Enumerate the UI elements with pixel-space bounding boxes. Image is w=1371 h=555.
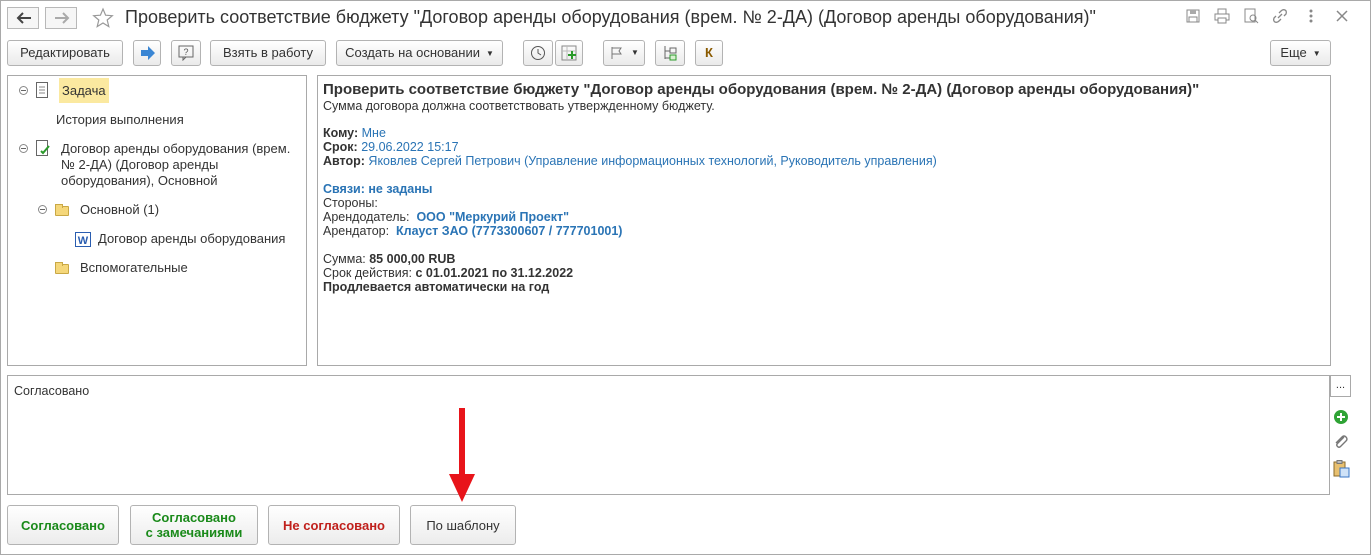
attach-icon[interactable] <box>1331 432 1351 452</box>
blue-arrow-right-icon <box>141 46 155 60</box>
link-icon[interactable] <box>1272 8 1288 24</box>
task-description: Сумма договора должна соответствовать ут… <box>323 99 715 113</box>
clock-icon <box>531 46 545 60</box>
preview-icon[interactable] <box>1243 8 1259 24</box>
tree-item-aux-folder[interactable]: Вспомогательные <box>80 260 188 275</box>
create-based-on-label: Создать на основании <box>345 45 480 60</box>
more-button[interactable]: Еще ▼ <box>1270 40 1331 66</box>
links-link[interactable]: Связи: не заданы <box>323 182 432 196</box>
grid-plus-icon <box>561 45 577 61</box>
approve-button[interactable]: Согласовано <box>7 505 119 545</box>
add-subtask-button[interactable] <box>555 40 583 66</box>
due-value-link[interactable]: 29.06.2022 15:17 <box>361 140 458 154</box>
sum-value: 85 000,00 RUB <box>369 252 456 266</box>
forward-task-button[interactable] <box>133 40 161 66</box>
collapse-icon[interactable] <box>19 86 28 95</box>
approve-remarks-line2: с замечаниями <box>145 525 243 540</box>
menu-icon[interactable] <box>1303 8 1319 24</box>
tree-item-contract-line2[interactable]: № 2-ДА) (Договор аренды <box>61 157 218 172</box>
period-label: Срок действия: <box>323 266 412 280</box>
author-value-link[interactable]: Яковлев Сергей Петрович (Управление инфо… <box>368 154 936 168</box>
reject-button[interactable]: Не согласовано <box>268 505 400 545</box>
chevron-down-icon: ▼ <box>485 48 494 58</box>
to-label: Кому: <box>323 126 359 140</box>
approve-remarks-line1: Согласовано <box>152 510 236 525</box>
star-icon[interactable] <box>92 7 114 29</box>
add-icon[interactable] <box>1331 407 1351 427</box>
approve-with-remarks-button[interactable]: Согласовано с замечаниями <box>130 505 258 545</box>
save-icon[interactable] <box>1185 8 1201 24</box>
reject-label: Не согласовано <box>283 517 385 533</box>
document-icon <box>36 82 48 98</box>
svg-text:?: ? <box>183 47 188 57</box>
lessee-label: Арендатор: <box>323 224 390 238</box>
back-button[interactable] <box>7 7 39 29</box>
task-details: Проверить соответствие бюджету "Договор … <box>317 75 1331 366</box>
red-arrow-annotation <box>449 408 475 502</box>
print-icon[interactable] <box>1214 8 1230 24</box>
arrow-right-icon <box>55 12 70 24</box>
window-title: Проверить соответствие бюджету "Договор … <box>125 7 1096 27</box>
hierarchy-icon <box>664 46 677 61</box>
task-title: Проверить соответствие бюджету "Договор … <box>323 81 1200 98</box>
parties-label: Стороны: <box>323 196 378 210</box>
template-button[interactable]: По шаблону <box>410 505 516 545</box>
more-label: Еще <box>1280 45 1307 60</box>
flag-icon <box>611 47 622 59</box>
word-file-icon: W <box>75 232 91 247</box>
period-value: с 01.01.2021 по 31.12.2022 <box>415 266 574 280</box>
collapse-icon[interactable] <box>19 144 28 153</box>
approve-label: Согласовано <box>21 517 105 533</box>
tree-item-history[interactable]: История выполнения <box>56 112 184 127</box>
help-icon: ? <box>178 45 194 61</box>
author-label: Автор: <box>323 154 365 168</box>
create-based-on-button[interactable]: Создать на основании ▼ <box>336 40 503 66</box>
lessor-label: Арендодатель: <box>323 210 410 224</box>
tree-item-file[interactable]: Договор аренды оборудования <box>98 231 285 246</box>
tree-item-contract-line1[interactable]: Договор аренды оборудования (врем. <box>61 141 290 156</box>
help-button[interactable]: ? <box>171 40 201 66</box>
due-label: Срок: <box>323 140 358 154</box>
comment-field[interactable]: Согласовано <box>7 375 1330 495</box>
tree-item-task[interactable]: Задача <box>59 78 109 103</box>
take-to-work-button[interactable]: Взять в работу <box>210 40 326 66</box>
edit-button[interactable]: Редактировать <box>7 40 123 66</box>
lessor-link[interactable]: ООО "Меркурий Проект" <box>416 210 569 224</box>
k-button[interactable]: К <box>695 40 723 66</box>
comment-more-button[interactable]: ... <box>1330 375 1351 397</box>
sum-label: Сумма: <box>323 252 366 266</box>
close-icon[interactable] <box>1334 8 1350 24</box>
chevron-down-icon: ▼ <box>631 48 639 57</box>
chevron-down-icon: ▼ <box>1312 48 1321 58</box>
svg-text:W: W <box>78 235 89 247</box>
lessee-link[interactable]: Клауст ЗАО (7773300607 / 777701001) <box>396 224 622 238</box>
template-label: По шаблону <box>426 517 500 533</box>
renewal-text: Продлевается автоматически на год <box>323 280 550 294</box>
folder-icon <box>55 262 69 274</box>
arrow-left-icon <box>16 12 31 24</box>
contract-document-icon <box>36 140 50 156</box>
tree-item-main-folder[interactable]: Основной (1) <box>80 202 159 217</box>
tree-item-contract-line3[interactable]: оборудования), Основной <box>61 173 218 188</box>
deadline-button[interactable] <box>523 40 553 66</box>
flag-button[interactable]: ▼ <box>603 40 645 66</box>
forward-button[interactable] <box>45 7 77 29</box>
collapse-icon[interactable] <box>38 205 47 214</box>
folder-icon <box>55 204 69 216</box>
paste-icon[interactable] <box>1331 459 1351 479</box>
structure-button[interactable] <box>655 40 685 66</box>
to-value-link[interactable]: Мне <box>362 126 386 140</box>
attachments-tree: Задача История выполнения Договор аренды… <box>7 75 307 366</box>
comment-text[interactable]: Согласовано <box>14 384 89 398</box>
